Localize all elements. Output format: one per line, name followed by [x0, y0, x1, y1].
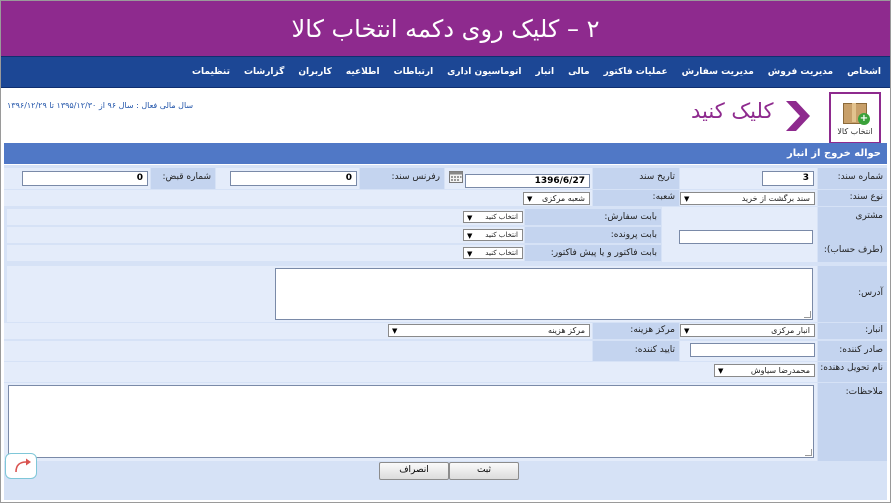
- notes-label: ملاحظات:: [818, 383, 887, 461]
- menu-item-warehouse[interactable]: انبار: [528, 67, 561, 77]
- package-add-icon: +: [842, 100, 870, 125]
- branch-select[interactable]: شعبه مرکزی ▼: [523, 192, 590, 205]
- menu-item-announcements[interactable]: اطلاعیه: [339, 67, 387, 77]
- menu-item-finance[interactable]: مالی: [561, 67, 596, 77]
- doc-type-select[interactable]: سند برگشت از خرید ▼: [680, 192, 815, 205]
- address-label: آدرس:: [818, 266, 887, 322]
- issuer-label: صادر کننده:: [818, 341, 887, 361]
- order-label: بابت سفارش:: [525, 209, 661, 225]
- deliverer-label: نام تحویل دهنده:: [818, 362, 887, 382]
- issuer-input[interactable]: [690, 343, 815, 357]
- notes-textarea[interactable]: [8, 385, 814, 458]
- menu-item-users[interactable]: کاربران: [291, 67, 339, 77]
- app-frame: ۲ – کلیک روی دکمه انتخاب کالا اشخاص مدیر…: [0, 0, 891, 503]
- invoice-select[interactable]: انتخاب کنید ▼: [463, 247, 523, 259]
- select-goods-label: انتخاب کالا: [837, 127, 873, 136]
- calendar-icon[interactable]: [449, 170, 463, 183]
- doc-number-label: شماره سند:: [818, 168, 887, 189]
- select-goods-button[interactable]: + انتخاب کالا: [829, 92, 881, 144]
- cancel-button[interactable]: انصراف: [379, 462, 449, 480]
- warehouse-label: انبار:: [818, 323, 887, 339]
- reference-label: رفرنس سند:: [360, 168, 444, 189]
- submit-button[interactable]: ثبت: [449, 462, 519, 480]
- dropdown-arrow-icon: ▼: [684, 327, 690, 335]
- approver-label: تایید کننده:: [593, 341, 679, 361]
- branch-label: شعبه:: [593, 190, 679, 206]
- address-textarea[interactable]: [275, 268, 813, 320]
- dropdown-arrow-icon: ▼: [467, 214, 473, 222]
- form-title: حواله خروج از انبار: [4, 143, 887, 164]
- chevron-right-icon: [786, 101, 810, 131]
- dropdown-arrow-icon: ▼: [527, 195, 533, 203]
- order-select[interactable]: انتخاب کنید ▼: [463, 211, 523, 223]
- menu-item-communications[interactable]: ارتباطات: [387, 67, 441, 77]
- menu-item-office-automation[interactable]: اتوماسیون اداری: [440, 67, 528, 77]
- main-menu: اشخاص مدیریت فروش مدیریت سفارش عملیات فا…: [1, 56, 890, 88]
- case-label: بابت پرونده:: [525, 227, 661, 243]
- menu-item-sales[interactable]: مدیریت فروش: [761, 67, 840, 77]
- receipt-number-input[interactable]: 0: [22, 171, 148, 186]
- fiscal-year-info: سال مالی فعال : سال ۹۶ از ۱۳۹۵/۱۲/۳۰ تا …: [7, 101, 194, 110]
- replay-icon[interactable]: [5, 453, 37, 479]
- doc-date-label: تاریخ سند: [593, 168, 679, 189]
- customer-input[interactable]: [679, 230, 813, 244]
- receipt-number-label: شماره قبض:: [151, 168, 215, 189]
- click-hint-text: کلیک کنید: [691, 99, 774, 123]
- menu-item-settings[interactable]: تنظیمات: [185, 67, 237, 77]
- menu-item-persons[interactable]: اشخاص: [840, 67, 888, 77]
- dropdown-arrow-icon: ▼: [392, 327, 398, 335]
- cost-center-select[interactable]: مرکز هزینه ▼: [388, 324, 590, 337]
- warehouse-select[interactable]: انبار مرکزی ▼: [680, 324, 815, 337]
- reference-input[interactable]: 0: [230, 171, 357, 186]
- case-select[interactable]: انتخاب کنید ▼: [463, 229, 523, 241]
- doc-number-input[interactable]: 3: [762, 171, 814, 186]
- dropdown-arrow-icon: ▼: [718, 367, 724, 375]
- dropdown-arrow-icon: ▼: [467, 232, 473, 240]
- menu-item-reports[interactable]: گزارشات: [237, 67, 291, 77]
- deliverer-select[interactable]: محمدرضا سیاوش ▼: [714, 364, 815, 377]
- menu-item-invoice-ops[interactable]: عملیات فاکتور: [597, 67, 675, 77]
- doc-date-input[interactable]: 1396/6/27: [465, 174, 590, 188]
- invoice-label: بابت فاکتور و یا پیش فاکتور:: [525, 245, 661, 261]
- doc-type-label: نوع سند:: [818, 190, 887, 206]
- dropdown-arrow-icon: ▼: [467, 250, 473, 258]
- warehouse-exit-form: شماره سند: 3 تاریخ سند 1396/6/27 رفرنس س…: [4, 165, 887, 500]
- banner-title: ۲ – کلیک روی دکمه انتخاب کالا: [291, 14, 600, 43]
- menu-item-orders[interactable]: مدیریت سفارش: [675, 67, 761, 77]
- tutorial-banner: ۲ – کلیک روی دکمه انتخاب کالا: [1, 1, 890, 56]
- customer-label: مشتری (طرف حساب):: [818, 207, 887, 262]
- cost-center-label: مرکز هزینه:: [593, 323, 679, 339]
- dropdown-arrow-icon: ▼: [684, 195, 690, 203]
